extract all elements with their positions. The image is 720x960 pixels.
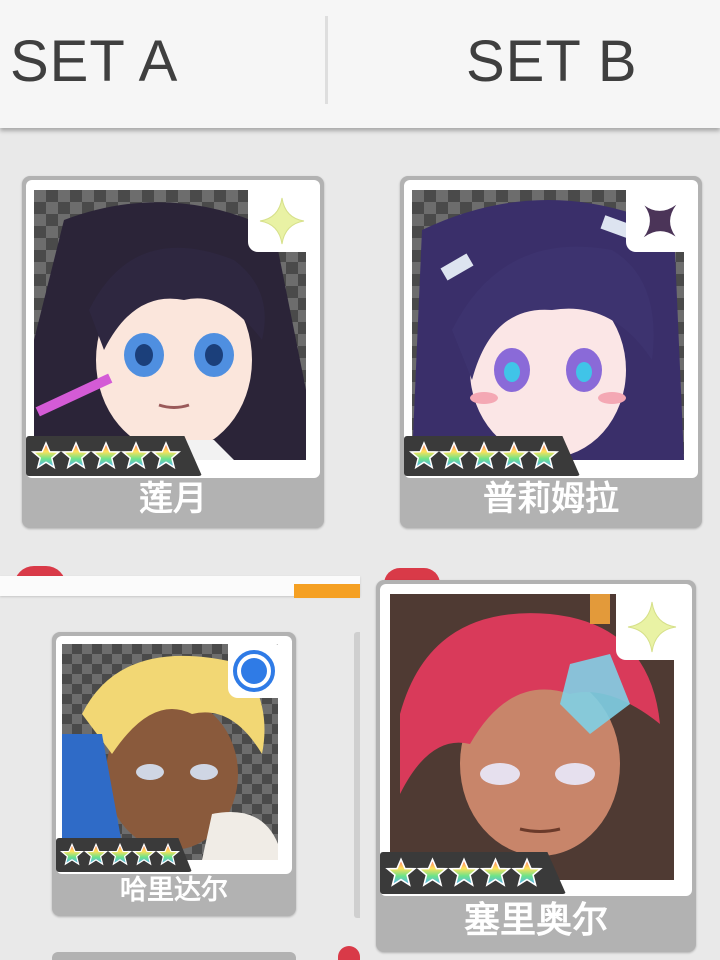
tab-divider: [325, 16, 328, 104]
character-card-haridar[interactable]: 哈里达尔: [52, 632, 296, 916]
dark-sparkle-icon: [626, 190, 694, 252]
tab-set-a[interactable]: SET A: [10, 22, 178, 102]
character-card-lianyue[interactable]: 莲月: [22, 176, 324, 528]
rarity-stars: [26, 436, 202, 476]
character-name: 塞里奥尔: [463, 900, 608, 941]
card-edge-bottom: [52, 952, 296, 960]
character-card-seriol[interactable]: 塞里奥尔: [376, 580, 696, 952]
orange-accent-bar: [294, 584, 360, 598]
panel-right-edge: [354, 632, 360, 918]
sparkle-icon: [616, 594, 688, 660]
blue-circle-icon: [228, 644, 280, 698]
set-tab-bar: SET A SET B: [0, 0, 720, 128]
character-name: 普莉姆拉: [483, 479, 619, 519]
character-card-primula[interactable]: 普莉姆拉: [400, 176, 702, 528]
character-name: 哈里达尔: [120, 875, 228, 906]
tab-set-b[interactable]: SET B: [466, 22, 638, 102]
notification-dot: [338, 946, 360, 960]
character-name: 莲月: [139, 479, 207, 519]
sparkle-icon: [248, 190, 316, 252]
rarity-stars: [404, 436, 580, 476]
rarity-stars: [56, 838, 192, 872]
rarity-stars: [380, 852, 566, 894]
